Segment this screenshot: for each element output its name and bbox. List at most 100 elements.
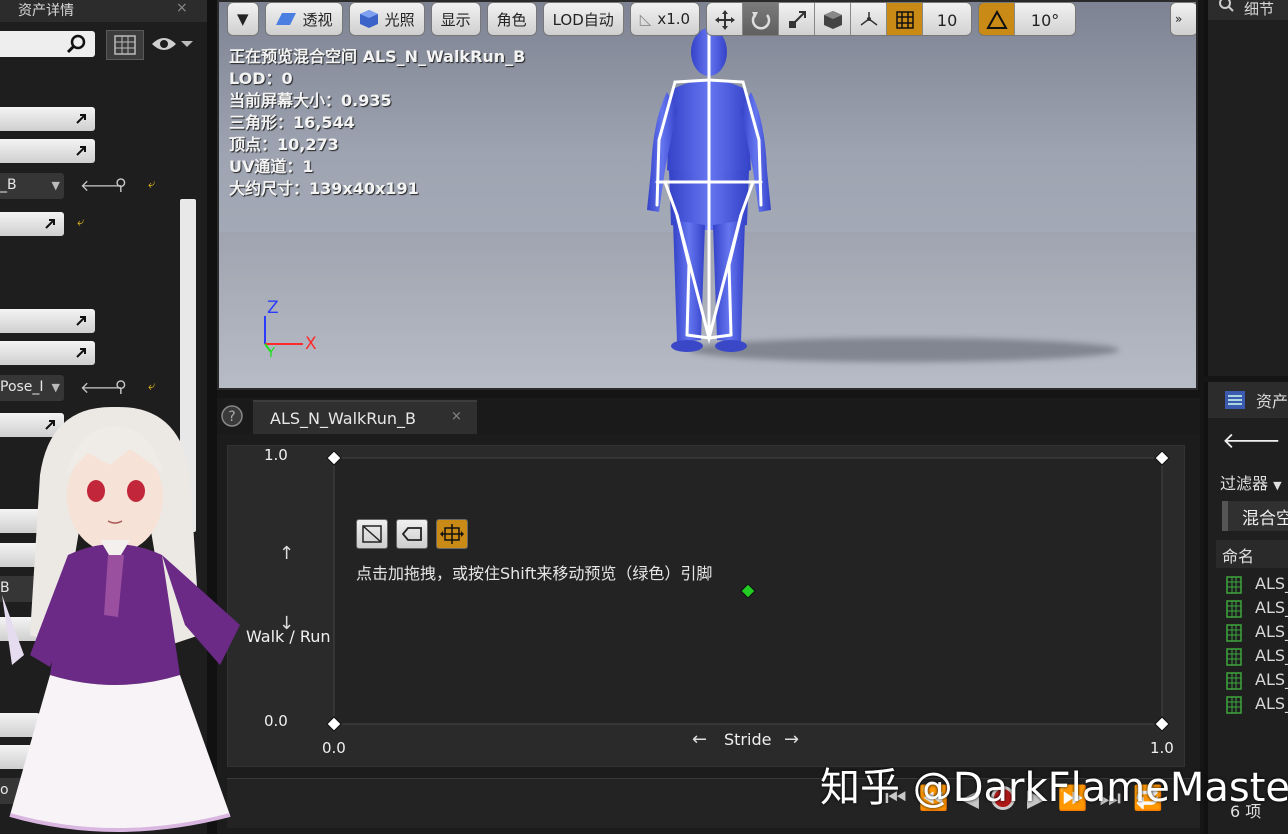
chevron-down-icon: ▼ (237, 10, 249, 28)
asset-browser-icon (1225, 391, 1245, 409)
asset-slot[interactable] (0, 139, 95, 163)
search-icon (1219, 0, 1234, 12)
perspective-button[interactable]: 透视 (264, 2, 343, 36)
watermark-text: 知乎 @DarkFlameMaster (820, 765, 1288, 811)
asset-browser-tab[interactable]: 资产 (1208, 382, 1288, 418)
search-input[interactable] (0, 31, 95, 57)
asset-dropdown[interactable]: _B ▼ (0, 173, 64, 199)
browse-arrow-icon[interactable] (73, 143, 89, 159)
y-min-tick: 0.0 (264, 712, 288, 730)
browse-arrow-icon[interactable] (73, 313, 89, 329)
y-max-tick: 1.0 (264, 446, 288, 464)
stretch-grid-button[interactable] (436, 519, 468, 549)
asset-slot[interactable] (0, 212, 64, 236)
blendspace-doc-tab[interactable]: ALS_N_WalkRun_B × (253, 400, 477, 434)
stat-line: 正在预览混合空间 ALS_N_WalkRun_B (229, 47, 526, 66)
blendspace-graph[interactable]: 点击加拖拽，或按住Shift来移动预览（绿色）引脚 1.0 0.0 0.0 1.… (227, 445, 1185, 767)
filters-button[interactable]: 过滤器 ▼ (1220, 470, 1282, 494)
close-icon[interactable]: × (176, 0, 188, 16)
back-arrow-icon[interactable]: 🡐 (1222, 429, 1281, 454)
chevron-down-icon: ▼ (51, 179, 60, 192)
asset-list-item[interactable]: ALS_ (1222, 693, 1288, 717)
character-button[interactable]: 角色 (486, 2, 537, 36)
filter-chip-blendspace[interactable]: 混合空 (1222, 501, 1288, 531)
asset-details-tab[interactable]: 资产详情 × (0, 0, 207, 22)
playback-speed-button[interactable]: ◺ x1.0 (629, 2, 701, 36)
reset-icon[interactable]: ⤶ (148, 379, 155, 394)
coordinate-space-tool[interactable] (815, 3, 852, 35)
asset-dropdown[interactable]: Pose_I ▼ (0, 375, 64, 401)
character-label: 角色 (496, 10, 527, 29)
chevron-down-icon: ▼ (51, 381, 60, 394)
browse-arrow-icon[interactable] (42, 216, 58, 232)
viewport-options-button[interactable]: ▼ (227, 2, 259, 36)
blendspace-plot (326, 450, 1170, 732)
search-icon[interactable] (66, 33, 88, 55)
stat-line: 顶点：10,273 (229, 135, 339, 154)
scale-icon (788, 11, 806, 28)
details-panel: 细节 (1204, 0, 1288, 376)
details-tab-label: 细节 (1244, 0, 1275, 18)
show-labels-button[interactable] (396, 519, 428, 549)
rotation-snap-group: 10° (978, 2, 1077, 36)
viewport-toolbar: ▼ 透视 光照 显示 角色 LOD自动 ◺ x1.0 10 10° (227, 2, 1077, 36)
search-icon[interactable]: ⚲ (115, 377, 127, 396)
browse-arrow-icon[interactable] (73, 345, 89, 361)
scale-tool[interactable] (779, 3, 816, 35)
asset-name: ALS_ (1255, 598, 1288, 617)
asset-list-item[interactable]: ALS_ (1222, 621, 1288, 645)
graph-hint: 点击加拖拽，或按住Shift来移动预览（绿色）引脚 (356, 564, 713, 583)
column-header-name[interactable]: 命名 (1216, 540, 1288, 568)
asset-dropdown-value: _B (0, 177, 17, 193)
x-min-tick: 0.0 (322, 739, 346, 757)
toolbar-overflow-button[interactable]: » (1170, 2, 1196, 36)
cube-icon (823, 11, 842, 29)
asset-name: ALS_ (1255, 574, 1288, 593)
show-button[interactable]: 显示 (430, 2, 481, 36)
axis-z-label: Z (267, 298, 279, 318)
grid-snap-toggle[interactable] (887, 3, 924, 35)
view-options-button[interactable] (150, 32, 198, 56)
browse-arrow-icon[interactable] (73, 111, 89, 127)
property-matrix-button[interactable] (106, 30, 144, 60)
search-icon[interactable]: ⚲ (115, 175, 127, 194)
y-axis-down-arrow: ↓ (279, 613, 295, 634)
anime-character-overlay (2, 406, 240, 832)
lod-button[interactable]: LOD自动 (542, 2, 624, 36)
surface-snap-tool[interactable] (851, 3, 888, 35)
asset-name: ALS_ (1255, 622, 1288, 641)
details-tab[interactable]: 细节 (1208, 0, 1288, 20)
close-icon[interactable]: × (451, 409, 462, 424)
lighting-button[interactable]: 光照 (348, 2, 425, 36)
reset-icon[interactable]: ⤶ (77, 215, 84, 230)
lit-cube-icon (359, 10, 378, 28)
asset-slot[interactable] (0, 107, 95, 131)
fit-view-button[interactable] (356, 519, 388, 549)
x-axis-right-arrow: → (784, 729, 800, 750)
asset-name: ALS_ (1255, 646, 1288, 665)
asset-list-item[interactable]: ALS_ (1222, 573, 1288, 597)
angle-icon (985, 10, 1008, 29)
y-axis-up-arrow: ↑ (279, 543, 295, 564)
asset-slot[interactable] (0, 309, 95, 333)
editor-tabbar: ? ALS_N_WalkRun_B × (217, 398, 1200, 434)
preview-viewport[interactable]: ▼ 透视 光照 显示 角色 LOD自动 ◺ x1.0 10 10° » 正在预览… (217, 0, 1198, 390)
stat-line: 当前屏幕大小：0.935 (229, 91, 392, 110)
axis-x-label: X (305, 334, 317, 354)
reset-icon[interactable]: ⤶ (148, 177, 155, 192)
rotation-snap-value[interactable]: 10° (1015, 3, 1076, 35)
rotate-tool[interactable] (743, 3, 780, 35)
translate-tool[interactable] (707, 3, 744, 35)
blendspace-asset-icon (1226, 576, 1242, 594)
rotation-snap-toggle[interactable] (979, 3, 1016, 35)
asset-list-item[interactable]: ALS_ (1222, 597, 1288, 621)
perspective-icon (275, 13, 296, 25)
play-speed-icon: ◺ (639, 10, 652, 28)
asset-list-item[interactable]: ALS_ (1222, 669, 1288, 693)
column-header-label: 命名 (1222, 547, 1255, 566)
asset-list-item[interactable]: ALS_ (1222, 645, 1288, 669)
rotate-icon (751, 12, 770, 30)
grid-snap-value[interactable]: 10 (923, 3, 972, 35)
asset-slot[interactable] (0, 341, 95, 365)
asset-dropdown-value: Pose_I (0, 379, 44, 395)
